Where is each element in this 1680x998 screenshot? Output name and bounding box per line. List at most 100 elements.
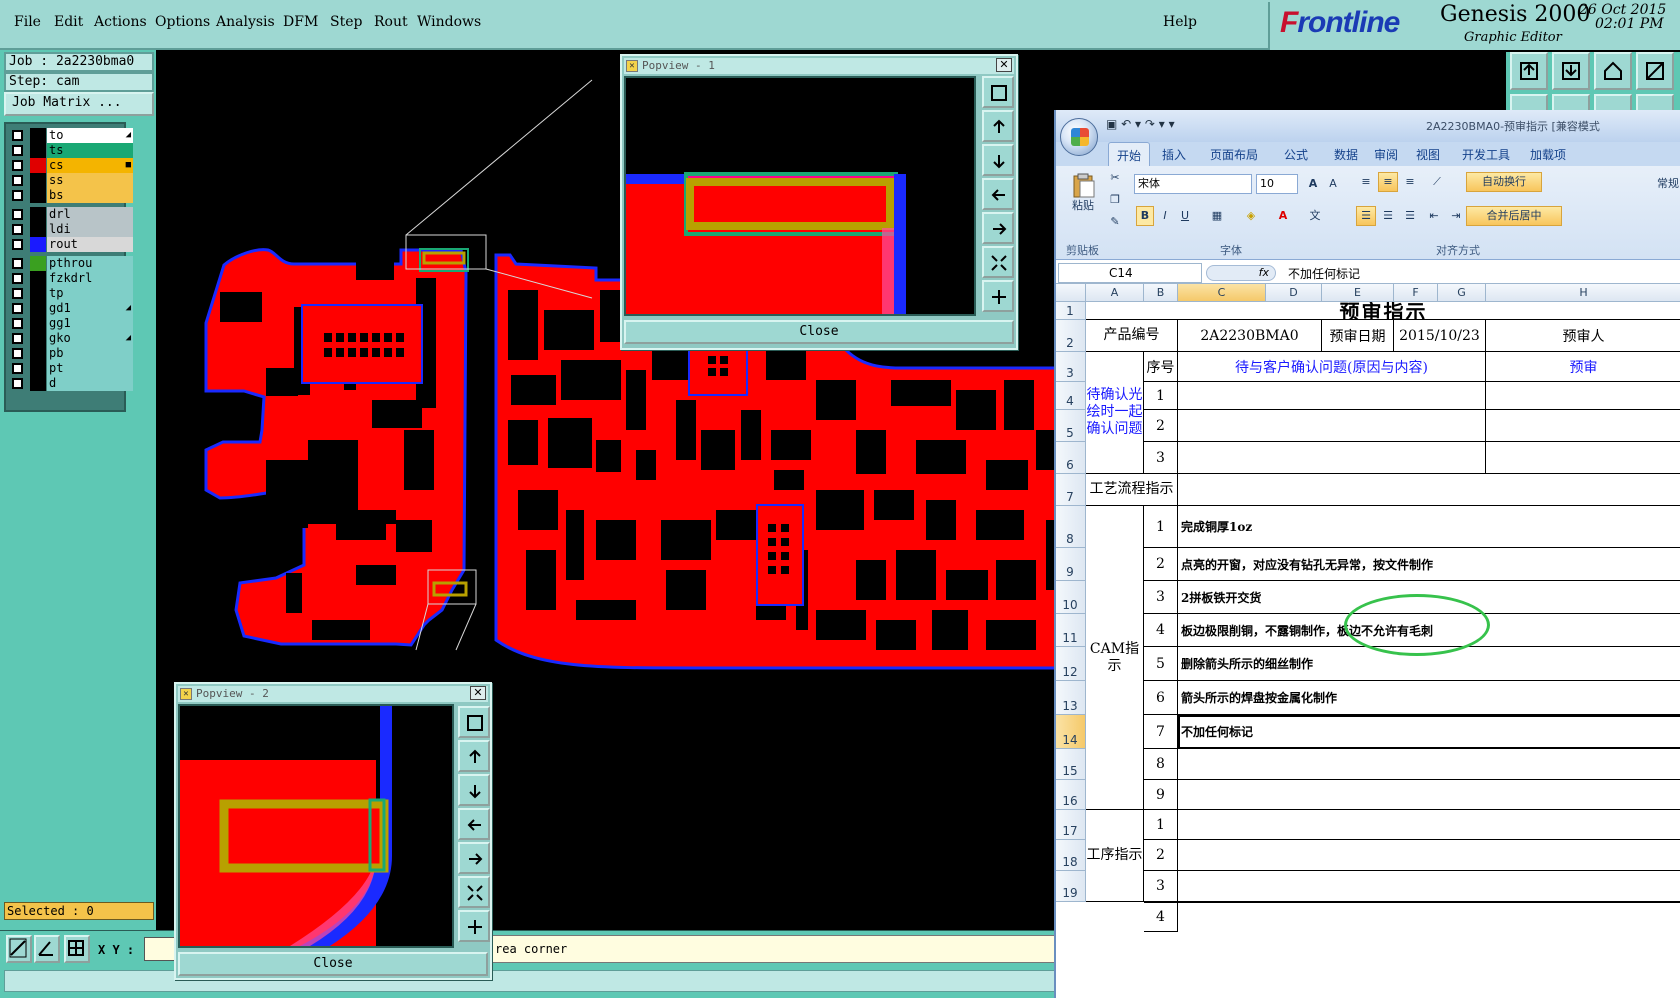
layer-checkbox[interactable]: [12, 288, 23, 299]
command-line[interactable]: [4, 970, 1094, 992]
pending-no[interactable]: 2: [1144, 410, 1178, 442]
font-color-icon[interactable]: A: [1270, 206, 1296, 226]
op-no[interactable]: 1: [1144, 810, 1178, 840]
align-bottom-icon[interactable]: ≡: [1400, 172, 1420, 192]
cam-item-text[interactable]: 删除箭头所示的细丝制作: [1178, 647, 1680, 681]
product-label[interactable]: 产品编号: [1086, 320, 1178, 352]
cam-item-text[interactable]: [1178, 780, 1680, 810]
column-header[interactable]: A: [1086, 284, 1144, 302]
layer-row-pt[interactable]: pt: [8, 361, 133, 376]
status-measure-button[interactable]: [6, 935, 32, 963]
row-header[interactable]: 1: [1056, 302, 1086, 320]
wrap-text-button[interactable]: 自动换行: [1466, 172, 1542, 192]
layer-checkbox[interactable]: [12, 348, 23, 359]
layer-name[interactable]: rout: [47, 237, 133, 252]
popview-zoom-in-button[interactable]: [982, 76, 1014, 108]
layer-row-bs[interactable]: bs: [8, 188, 133, 203]
pending-no[interactable]: 3: [1144, 442, 1178, 474]
toolbox-pan-down-button[interactable]: [1552, 52, 1590, 90]
popview-zoom-out-button[interactable]: [458, 876, 490, 908]
layer-checkbox[interactable]: [12, 303, 23, 314]
layer-checkbox[interactable]: [12, 224, 23, 235]
layer-row-drl[interactable]: drl: [8, 207, 133, 222]
layer-name[interactable]: drl: [47, 207, 133, 222]
shrink-font-button[interactable]: A: [1324, 174, 1342, 194]
menu-actions[interactable]: Actions: [94, 14, 147, 30]
row-header[interactable]: 3: [1056, 352, 1086, 382]
cam-item-text[interactable]: 不加任何标记: [1178, 715, 1680, 749]
ribbon-tab[interactable]: 插入: [1162, 146, 1186, 163]
cut-icon[interactable]: ✂: [1106, 168, 1124, 188]
cam-item-text[interactable]: 箭头所示的焊盘按金属化制作: [1178, 681, 1680, 715]
column-header[interactable]: C: [1178, 284, 1266, 302]
layer-name[interactable]: ldi: [47, 222, 133, 237]
layer-row-to[interactable]: to ◢: [8, 128, 133, 143]
pending-cell[interactable]: [1486, 442, 1680, 474]
layer-checkbox[interactable]: [12, 130, 23, 141]
popview-zoom-in-button[interactable]: [458, 706, 490, 738]
op-cell[interactable]: [1178, 840, 1680, 871]
worksheet[interactable]: A B C D E F G H 1 2 3 4 5 6 7 8 9 10 11 12 13 14 15 16 1…: [1056, 284, 1680, 998]
name-box[interactable]: C14: [1058, 263, 1202, 283]
column-header[interactable]: E: [1322, 284, 1394, 302]
layer-name[interactable]: gko ◢: [47, 331, 133, 346]
menu-rout[interactable]: Rout: [374, 14, 408, 30]
popview-2-close-button[interactable]: Close: [178, 952, 488, 976]
font-name-select[interactable]: 宋体: [1134, 174, 1252, 194]
layer-row-ts[interactable]: ts: [8, 143, 133, 158]
column-header[interactable]: H: [1486, 284, 1680, 302]
pending-cell[interactable]: [1486, 410, 1680, 442]
layer-name[interactable]: pt: [47, 361, 133, 376]
cam-item-no[interactable]: 4: [1144, 614, 1178, 647]
paste-button[interactable]: 粘贴: [1066, 170, 1100, 218]
ribbon-tab[interactable]: 开始: [1108, 142, 1151, 166]
fx-icon[interactable]: fx: [1206, 265, 1276, 281]
popview-1-close-button[interactable]: Close: [624, 320, 1014, 344]
ribbon-tab[interactable]: 开发工具: [1462, 146, 1510, 163]
pending-cell[interactable]: [1178, 382, 1486, 410]
row-header[interactable]: 5: [1056, 410, 1086, 442]
layer-name[interactable]: fzkdrl: [47, 271, 133, 286]
row-header[interactable]: 16: [1056, 780, 1086, 810]
popview-pan-up-button[interactable]: [982, 110, 1014, 142]
process-cell[interactable]: [1178, 474, 1680, 506]
layer-checkbox[interactable]: [12, 209, 23, 220]
row-header[interactable]: 4: [1056, 382, 1086, 410]
op-no[interactable]: 3: [1144, 871, 1178, 902]
grow-font-button[interactable]: A: [1304, 174, 1322, 194]
column-header[interactable]: F: [1394, 284, 1438, 302]
reviewer-label[interactable]: 预审人: [1486, 320, 1680, 352]
cam-item-no[interactable]: 5: [1144, 647, 1178, 681]
layer-name[interactable]: bs: [47, 188, 133, 203]
column-header[interactable]: G: [1438, 284, 1486, 302]
popview-fit-button[interactable]: [458, 910, 490, 942]
ribbon-tab[interactable]: 视图: [1416, 146, 1440, 163]
font-size-select[interactable]: 10: [1256, 174, 1298, 194]
layer-checkbox[interactable]: [12, 258, 23, 269]
row-header[interactable]: 2: [1056, 320, 1086, 352]
layer-name[interactable]: gg1: [47, 316, 133, 331]
row-header[interactable]: 10: [1056, 581, 1086, 614]
menu-help[interactable]: Help: [1163, 14, 1197, 30]
status-grid-button[interactable]: [64, 935, 90, 963]
popview-pan-right-button[interactable]: [458, 842, 490, 874]
layer-row-ldi[interactable]: ldi: [8, 222, 133, 237]
cam-item-no[interactable]: 8: [1144, 749, 1178, 780]
ribbon-tab[interactable]: 公式: [1284, 146, 1308, 163]
format-painter-icon[interactable]: ✎: [1106, 212, 1124, 232]
layer-checkbox[interactable]: [12, 273, 23, 284]
layer-name[interactable]: pthrou: [47, 256, 133, 271]
ribbon-tab[interactable]: 页面布局: [1210, 146, 1258, 163]
increase-indent-icon[interactable]: ⇥: [1446, 206, 1466, 226]
phonetic-icon[interactable]: 文: [1300, 206, 1330, 226]
layer-row-tp[interactable]: tp: [8, 286, 133, 301]
layer-row-rout[interactable]: rout: [8, 237, 133, 252]
align-right-icon[interactable]: ☰: [1400, 206, 1420, 226]
cam-label[interactable]: CAM指示: [1086, 506, 1144, 810]
layer-checkbox[interactable]: [12, 378, 23, 389]
op-label[interactable]: 工序指示: [1086, 810, 1144, 902]
row-header[interactable]: 9: [1056, 548, 1086, 581]
row-header[interactable]: 8: [1056, 506, 1086, 548]
underline-button[interactable]: U: [1176, 206, 1194, 226]
layer-name[interactable]: gd1 ◢: [47, 301, 133, 316]
